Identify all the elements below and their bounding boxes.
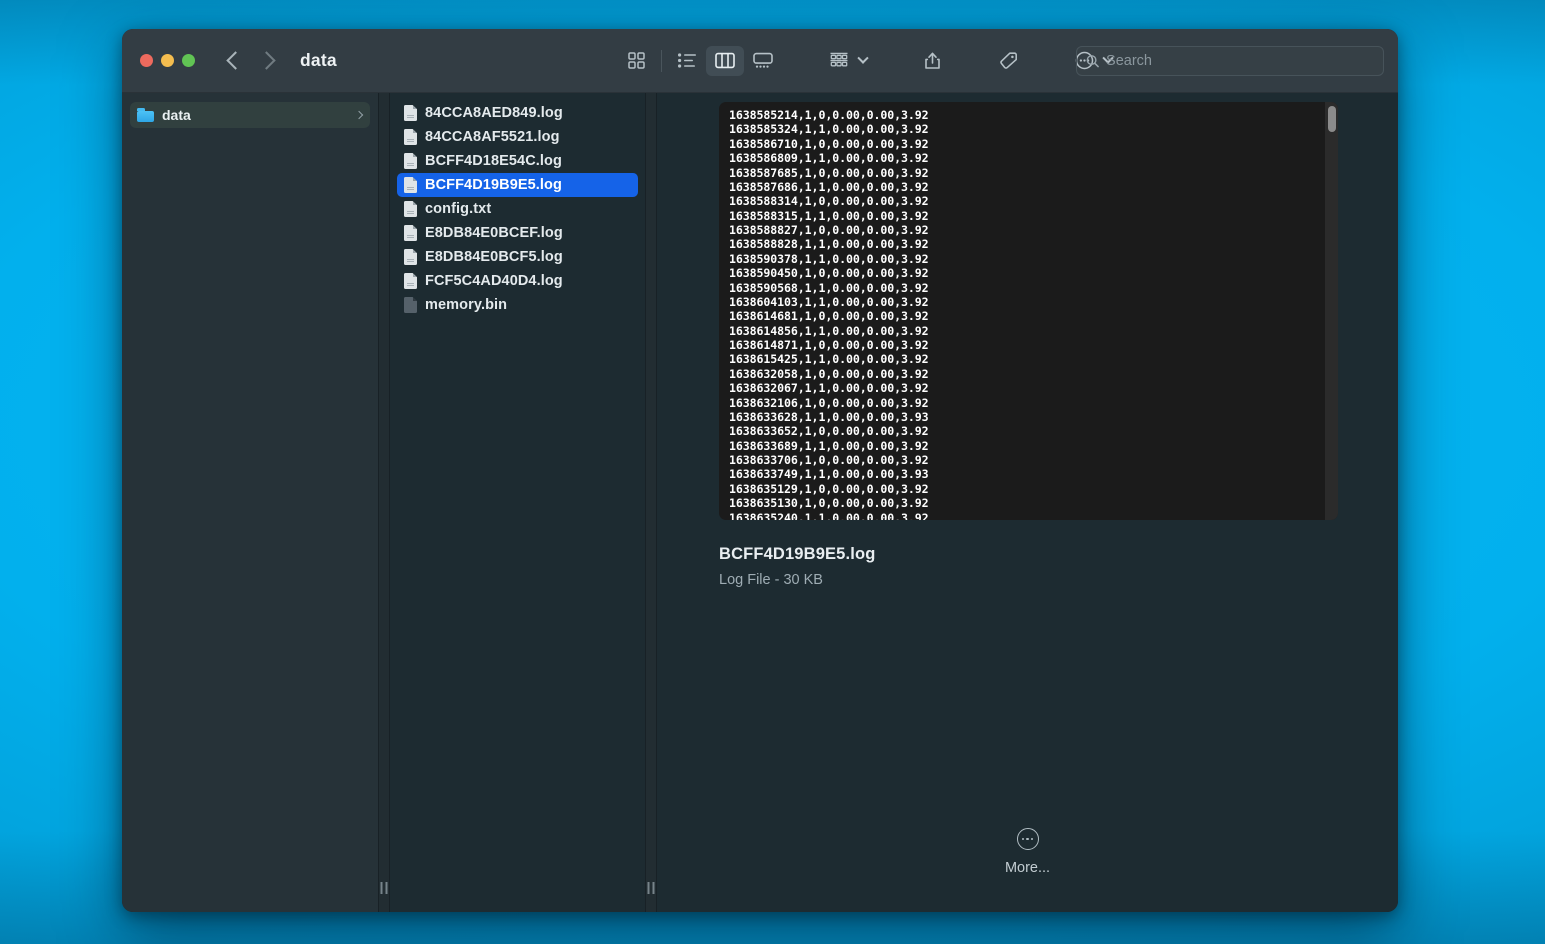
file-info-block: BCFF4D19B9E5.log Log File - 30 KB <box>719 545 1279 588</box>
document-icon <box>404 201 417 217</box>
sidebar-item-data[interactable]: data <box>130 102 370 128</box>
search-field[interactable] <box>1076 46 1384 76</box>
document-icon <box>404 129 417 145</box>
document-icon <box>404 273 417 289</box>
resize-grip-icon <box>380 882 388 894</box>
close-window-button[interactable] <box>140 54 153 67</box>
document-icon <box>404 225 417 241</box>
toolbar-view-controls <box>617 29 1120 92</box>
sidebar-item-label: data <box>162 107 191 123</box>
page-title: data <box>300 50 337 70</box>
list-item[interactable]: 84CCA8AED849.log <box>397 101 638 125</box>
gallery-view-button[interactable] <box>744 46 782 76</box>
list-item[interactable]: memory.bin <box>397 293 638 317</box>
file-name-label: BCFF4D18E54C.log <box>425 153 562 169</box>
sidebar-column-resizer[interactable] <box>378 93 390 912</box>
file-name-label: BCFF4D19B9E5.log <box>425 177 562 193</box>
minimize-window-button[interactable] <box>161 54 174 67</box>
list-view-button[interactable] <box>668 46 706 76</box>
document-icon <box>404 153 417 169</box>
share-button[interactable] <box>913 46 951 76</box>
columns-icon <box>715 52 735 69</box>
preview-scrollbar-thumb[interactable] <box>1327 106 1336 132</box>
toolbar-divider <box>661 49 662 72</box>
grid-icon <box>627 52 645 69</box>
gallery-icon <box>753 52 773 68</box>
file-column-resizer[interactable] <box>645 93 657 912</box>
list-item[interactable]: 84CCA8AF5521.log <box>397 125 638 149</box>
preview-pane: 1638585214,1,0,0.00,0.00,3.92 1638585324… <box>657 93 1398 912</box>
file-name-label: memory.bin <box>425 297 508 313</box>
column-view-button[interactable] <box>706 45 744 76</box>
group-by-button[interactable] <box>820 46 858 76</box>
forward-chevron-icon[interactable] <box>257 51 276 70</box>
document-icon <box>404 249 417 265</box>
share-icon <box>924 52 940 69</box>
traffic-light-group <box>140 54 195 67</box>
search-icon <box>1086 55 1099 68</box>
ellipsis-circle-icon <box>1016 828 1039 850</box>
preview-scrollbar[interactable] <box>1325 102 1338 520</box>
list-icon <box>678 53 696 68</box>
file-info-meta: Log File - 30 KB <box>719 572 823 588</box>
more-button[interactable]: More... <box>657 828 1398 876</box>
file-name-label: 84CCA8AED849.log <box>425 105 563 121</box>
navigation-arrows <box>226 51 276 70</box>
file-list-column: 84CCA8AED849.log 84CCA8AF5521.log BCFF4D… <box>390 93 645 912</box>
group-icon <box>830 52 848 67</box>
list-item[interactable]: E8DB84E0BCF5.log <box>397 245 638 269</box>
chevron-right-icon[interactable] <box>354 110 364 120</box>
tag-icon <box>999 52 1017 69</box>
file-name-label: E8DB84E0BCEF.log <box>425 225 563 241</box>
icon-view-button[interactable] <box>617 46 655 76</box>
resize-grip-icon <box>647 882 655 894</box>
finder-window: data Search data 84CCA8AED849.log 84CCA8… <box>122 29 1398 912</box>
finder-content: data 84CCA8AED849.log 84CCA8AF5521.log B… <box>122 93 1398 912</box>
file-preview-box: 1638585214,1,0,0.00,0.00,3.92 1638585324… <box>719 102 1338 520</box>
list-item[interactable]: FCF5C4AD40D4.log <box>397 269 638 293</box>
file-name-label: E8DB84E0BCF5.log <box>425 249 563 265</box>
list-item[interactable]: config.txt <box>397 197 638 221</box>
sidebar: data <box>122 93 378 912</box>
file-name-label: 84CCA8AF5521.log <box>425 129 560 145</box>
list-item[interactable]: BCFF4D18E54C.log <box>397 149 638 173</box>
file-info-name: BCFF4D19B9E5.log <box>719 545 876 563</box>
binary-file-icon <box>404 297 417 313</box>
folder-icon <box>137 108 154 122</box>
document-icon <box>404 177 417 193</box>
search-input[interactable] <box>1106 53 1374 69</box>
document-icon <box>404 105 417 121</box>
more-label: More... <box>1004 860 1051 876</box>
log-file-contents: 1638585214,1,0,0.00,0.00,3.92 1638585324… <box>729 108 929 520</box>
chevron-down-icon[interactable] <box>857 52 869 64</box>
file-name-label: config.txt <box>425 201 492 217</box>
list-item[interactable]: E8DB84E0BCEF.log <box>397 221 638 245</box>
maximize-window-button[interactable] <box>182 54 195 67</box>
tags-button[interactable] <box>989 46 1027 76</box>
group-by-control[interactable] <box>820 46 875 76</box>
file-name-label: FCF5C4AD40D4.log <box>425 273 563 289</box>
back-chevron-icon[interactable] <box>226 51 245 70</box>
window-titlebar: data <box>122 29 1398 93</box>
list-item-selected[interactable]: BCFF4D19B9E5.log <box>397 173 638 197</box>
